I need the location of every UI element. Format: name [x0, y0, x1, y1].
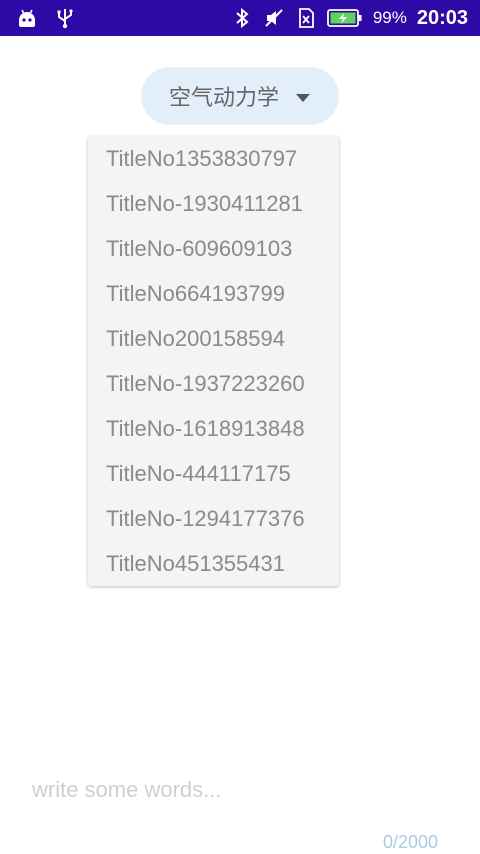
menu-item[interactable]: TitleNo200158594 [88, 316, 339, 361]
muted-icon [263, 7, 285, 29]
status-bar: 99% 20:03 [0, 0, 480, 36]
bluetooth-icon [231, 7, 253, 29]
menu-item[interactable]: TitleNo-1294177376 [88, 496, 339, 541]
menu-item[interactable]: TitleNo-444117175 [88, 451, 339, 496]
menu-item[interactable]: TitleNo-1937223260 [88, 361, 339, 406]
char-counter: 0/2000 [382, 832, 438, 852]
category-dropdown[interactable]: 空气动力学 [141, 67, 339, 125]
menu-item[interactable]: TitleNo1353830797 [88, 136, 339, 181]
menu-item[interactable]: TitleNo-1930411281 [88, 181, 339, 226]
menu-item[interactable]: TitleNo-1618913848 [88, 406, 339, 451]
dropdown-selected-label: 空气动力学 [168, 85, 279, 110]
words-input[interactable] [32, 772, 442, 808]
menu-item[interactable]: TitleNo451355431 [88, 541, 339, 586]
battery-charging-icon [326, 7, 363, 29]
battery-percent: 99% [372, 8, 407, 27]
clock: 20:03 [416, 6, 468, 29]
sim-icon [295, 7, 317, 29]
menu-item[interactable]: TitleNo-609609103 [88, 226, 339, 271]
dropdown-menu: TitleNo1353830797 TitleNo-1930411281 Tit… [88, 136, 339, 586]
android-robot-icon [16, 7, 38, 29]
dropdown-arrow-icon [295, 83, 311, 109]
menu-item[interactable]: TitleNo664193799 [88, 271, 339, 316]
usb-icon [54, 7, 76, 29]
